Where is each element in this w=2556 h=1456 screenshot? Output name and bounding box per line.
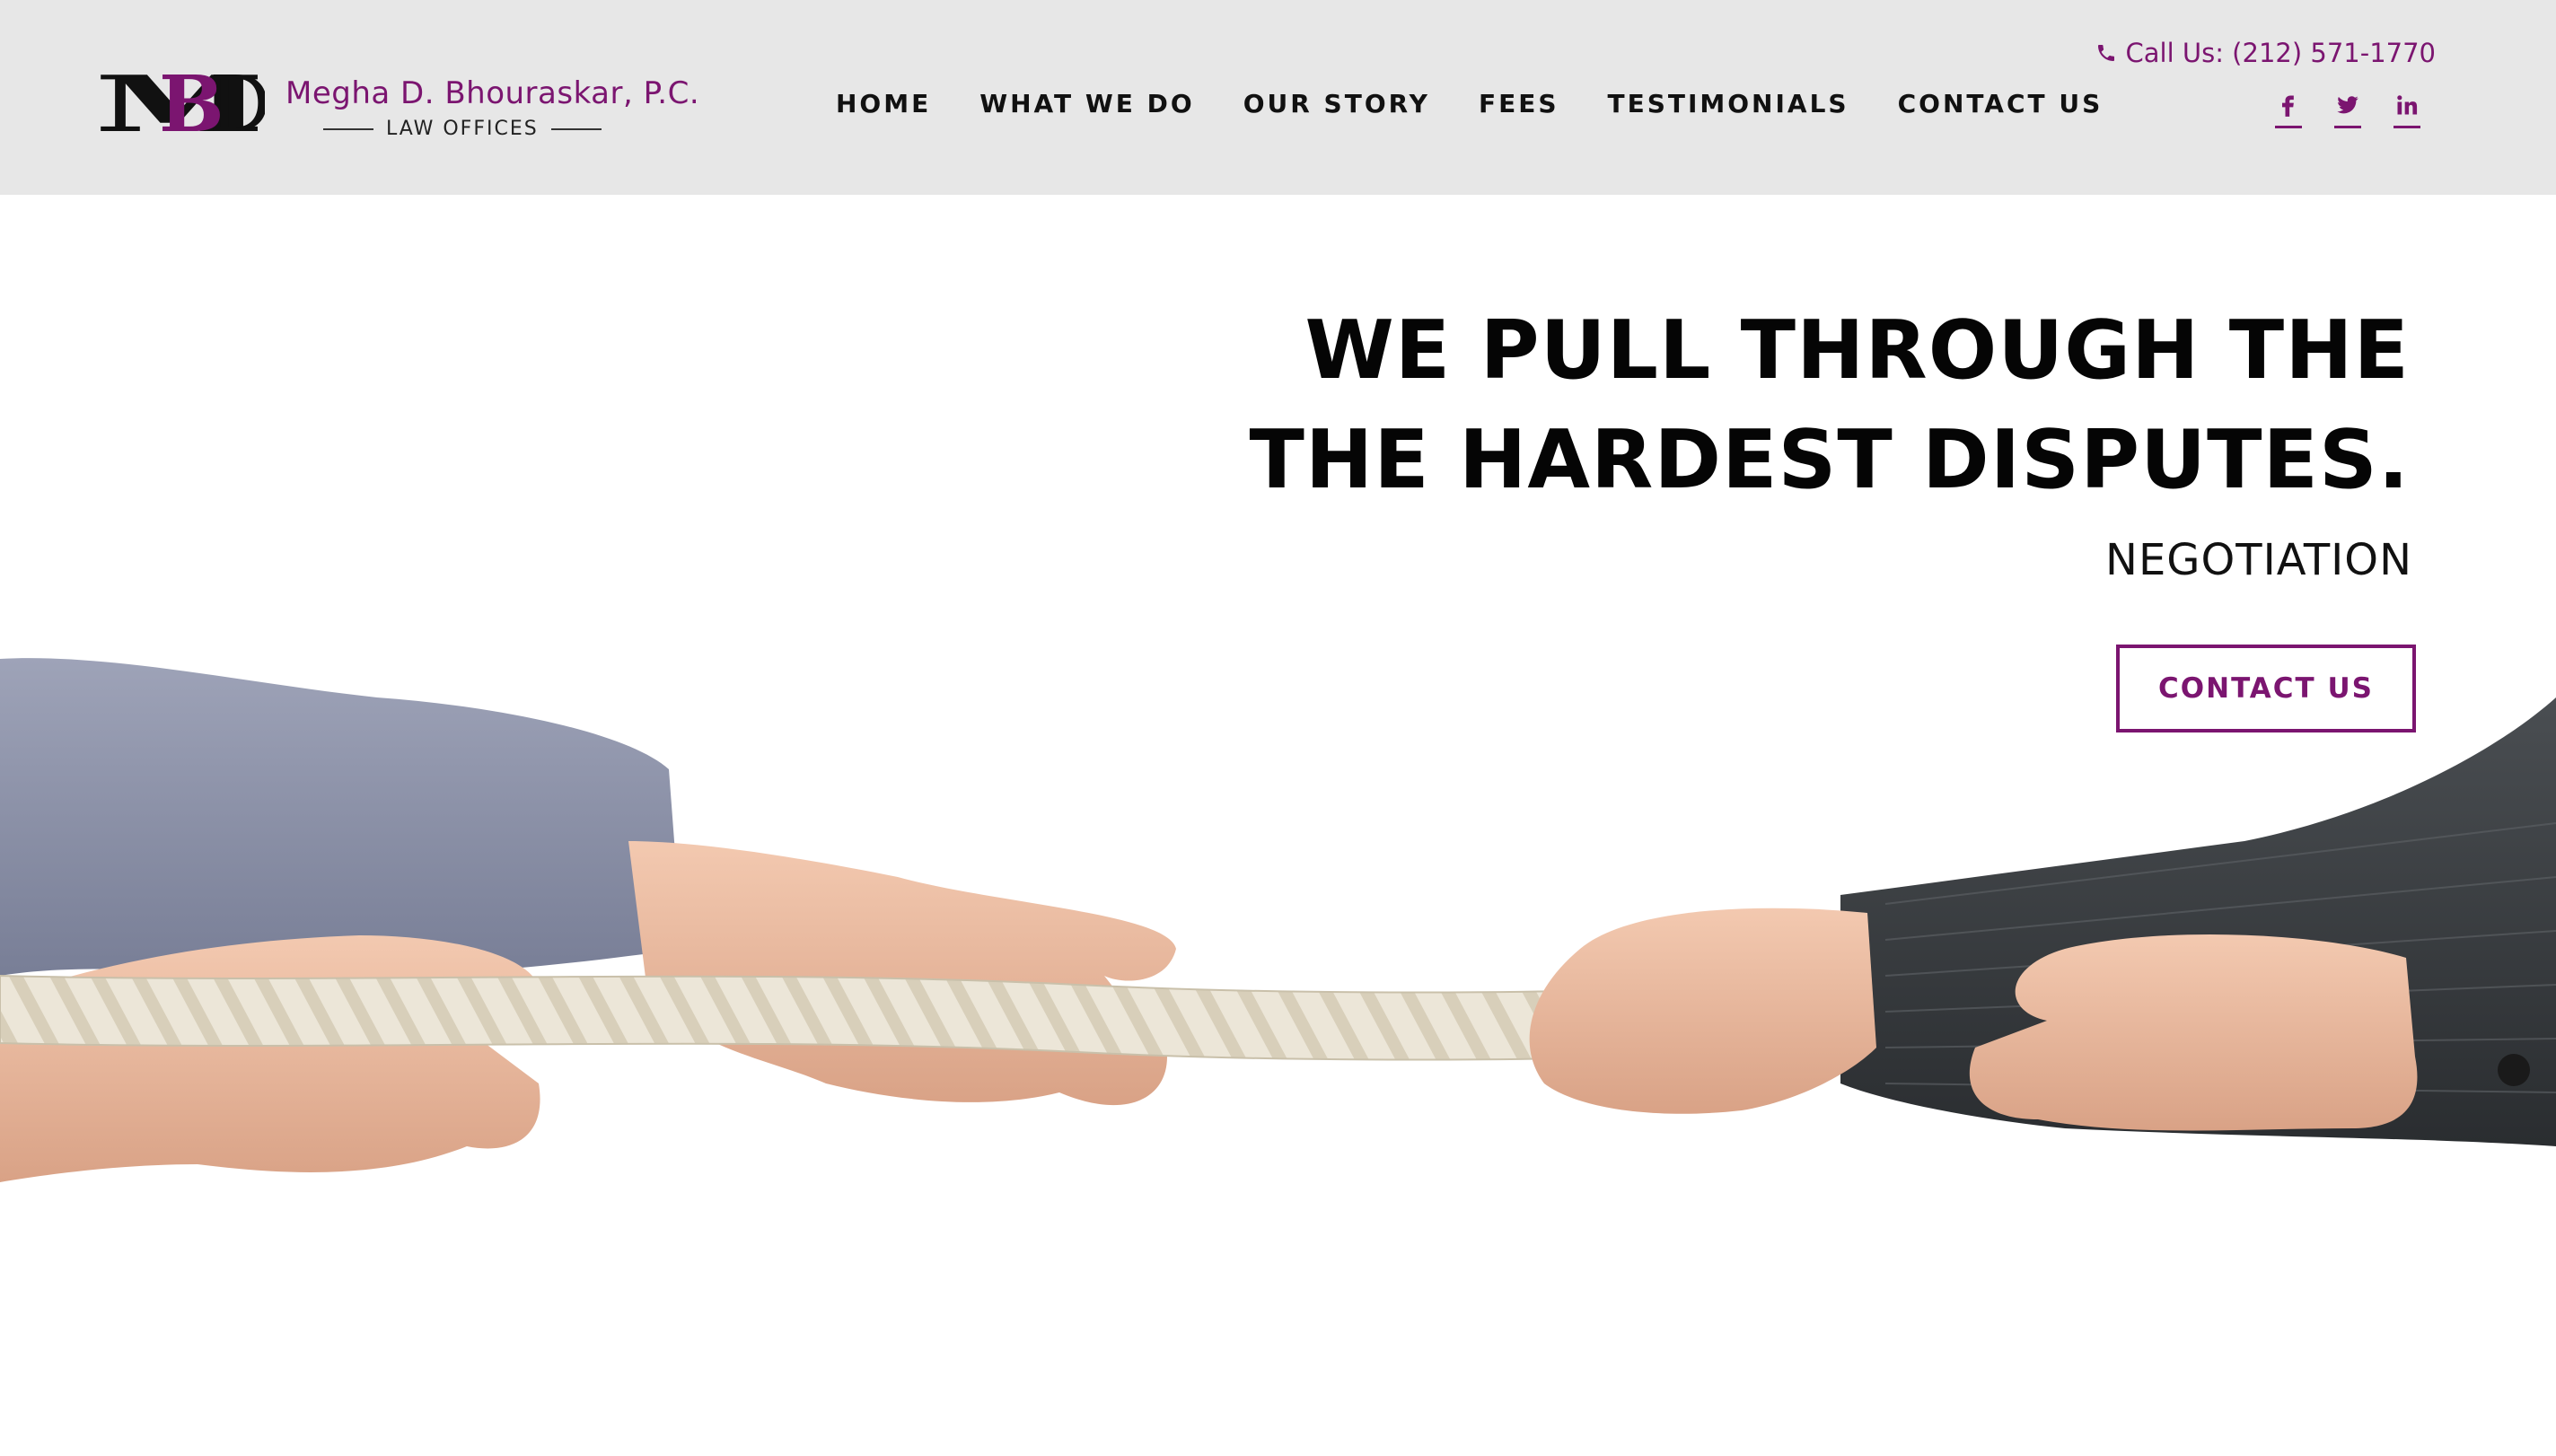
hero-title-line-1: WE PULL THROUGH THE [1304, 303, 2410, 398]
phone-link[interactable]: Call Us: (212) 571-1770 [2095, 38, 2437, 68]
facebook-link[interactable] [2275, 92, 2302, 128]
twitter-link[interactable] [2334, 92, 2361, 128]
linkedin-icon [2397, 95, 2418, 115]
hero-title: WE PULL THROUGH THE THE HARDEST DISPUTES… [1153, 296, 2410, 515]
left-near-hand [0, 935, 540, 1182]
svg-text:D: D [209, 66, 265, 140]
hero-subtitle: NEGOTIATION [2105, 535, 2412, 585]
brand-subtitle: LAW OFFICES [323, 118, 602, 140]
brand-name[interactable]: Megha D. Bhouraskar, P.C. [285, 75, 699, 111]
facebook-icon [2282, 95, 2294, 117]
divider [323, 127, 373, 130]
nav-what-we-do[interactable]: WHAT WE DO [979, 89, 1194, 118]
twitter-icon [2337, 96, 2358, 114]
right-near-hand [1969, 934, 2418, 1131]
suit-button [2498, 1054, 2530, 1086]
logo[interactable]: M B D [94, 66, 265, 140]
main-nav: HOME WHAT WE DO OUR STORY FEES TESTIMONI… [836, 89, 2151, 118]
right-far-hand [1529, 908, 1876, 1114]
contact-us-button[interactable]: CONTACT US [2116, 645, 2416, 732]
phone-label: Call Us: (212) 571-1770 [2125, 38, 2437, 68]
phone-icon [2097, 45, 2114, 61]
nav-contact-us[interactable]: CONTACT US [1898, 89, 2104, 118]
social-links [2275, 92, 2420, 128]
linkedin-link[interactable] [2394, 92, 2420, 128]
divider [550, 127, 602, 130]
left-far-hand [628, 841, 1176, 1106]
nav-home[interactable]: HOME [836, 89, 931, 118]
nav-our-story[interactable]: OUR STORY [1243, 89, 1430, 118]
hero-title-line-2: THE HARDEST DISPUTES. [1249, 413, 2410, 507]
nav-testimonials[interactable]: TESTIMONIALS [1607, 89, 1849, 118]
nav-fees[interactable]: FEES [1479, 89, 1559, 118]
site-header: M B D Megha D. Bhouraskar, P.C. LAW OFFI… [0, 0, 2556, 195]
brand-subtitle-text: LAW OFFICES [386, 118, 539, 140]
left-sleeve [0, 658, 682, 978]
